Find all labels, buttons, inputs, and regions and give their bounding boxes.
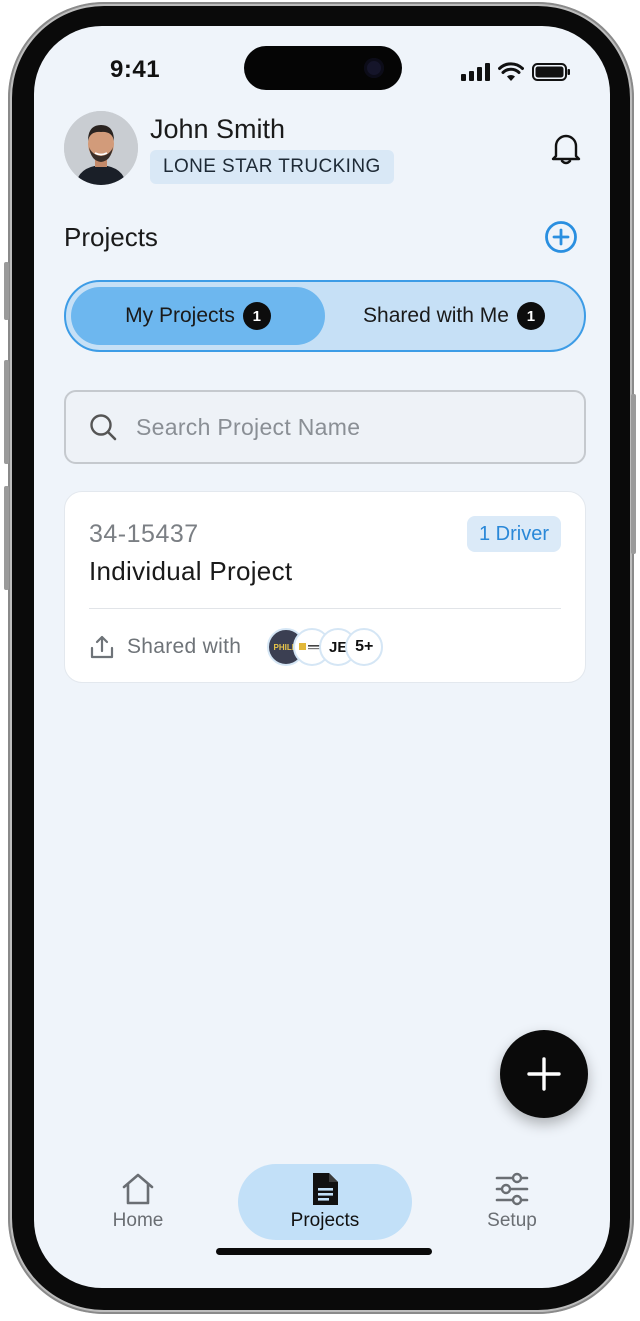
dynamic-island [244, 46, 402, 90]
cellular-signal-icon [461, 63, 490, 81]
status-time: 9:41 [110, 56, 161, 83]
document-icon [313, 1173, 338, 1205]
user-name: John Smith [150, 114, 286, 144]
shared-company-logos: PHILLI JE 5+ [267, 628, 384, 666]
volume-down-button [4, 486, 9, 590]
tab-shared-with-me[interactable]: Shared with Me 1 [328, 287, 580, 345]
app-screen: 9:41 John Smith LONE STAR TRUCKING Proje… [34, 26, 610, 1288]
tab-label: Shared with Me [363, 304, 509, 327]
more-logos-count: 5+ [345, 628, 384, 666]
count-badge: 1 [242, 302, 271, 330]
battery-icon [532, 63, 570, 81]
volume-up-button [4, 360, 9, 464]
shared-with-label: Shared with [127, 635, 242, 658]
nav-label: Projects [290, 1210, 360, 1231]
status-icons [461, 62, 572, 82]
nav-home[interactable]: Home [78, 1164, 198, 1240]
search-bar [64, 390, 586, 464]
add-project-icon[interactable] [544, 220, 578, 254]
nav-projects[interactable]: Projects [238, 1164, 412, 1240]
share-icon [90, 635, 114, 659]
project-tabs: My Projects 1 Shared with Me 1 [64, 280, 586, 352]
driver-count-badge: 1 Driver [466, 516, 561, 552]
nav-setup[interactable]: Setup [452, 1164, 572, 1240]
project-number: 34-15437 [89, 520, 199, 548]
project-card[interactable]: 34-15437 1 Driver Individual Project Sha… [64, 491, 586, 683]
add-fab-button[interactable] [500, 1030, 588, 1118]
shared-with-row[interactable]: Shared with PHILLI JE 5+ [89, 628, 384, 666]
home-icon [122, 1173, 154, 1205]
card-divider [89, 608, 561, 609]
company-badge: LONE STAR TRUCKING [150, 150, 394, 184]
nav-label: Setup [487, 1210, 537, 1231]
project-name: Individual Project [89, 556, 293, 586]
tab-label: My Projects [125, 304, 235, 327]
avatar-photo [64, 111, 138, 185]
silent-switch [4, 262, 9, 320]
search-input[interactable] [136, 413, 536, 441]
wifi-icon [498, 62, 524, 81]
search-icon [90, 414, 117, 441]
avatar[interactable] [64, 111, 138, 185]
tab-my-projects[interactable]: My Projects 1 [71, 287, 325, 345]
power-button [631, 394, 636, 554]
projects-title: Projects [64, 222, 158, 252]
notification-bell-icon[interactable] [548, 130, 584, 166]
home-indicator [216, 1248, 432, 1255]
count-badge: 1 [516, 302, 545, 330]
plus-icon [527, 1057, 561, 1091]
nav-label: Home [112, 1210, 164, 1231]
sliders-icon [495, 1172, 529, 1206]
camera-icon [364, 58, 384, 78]
